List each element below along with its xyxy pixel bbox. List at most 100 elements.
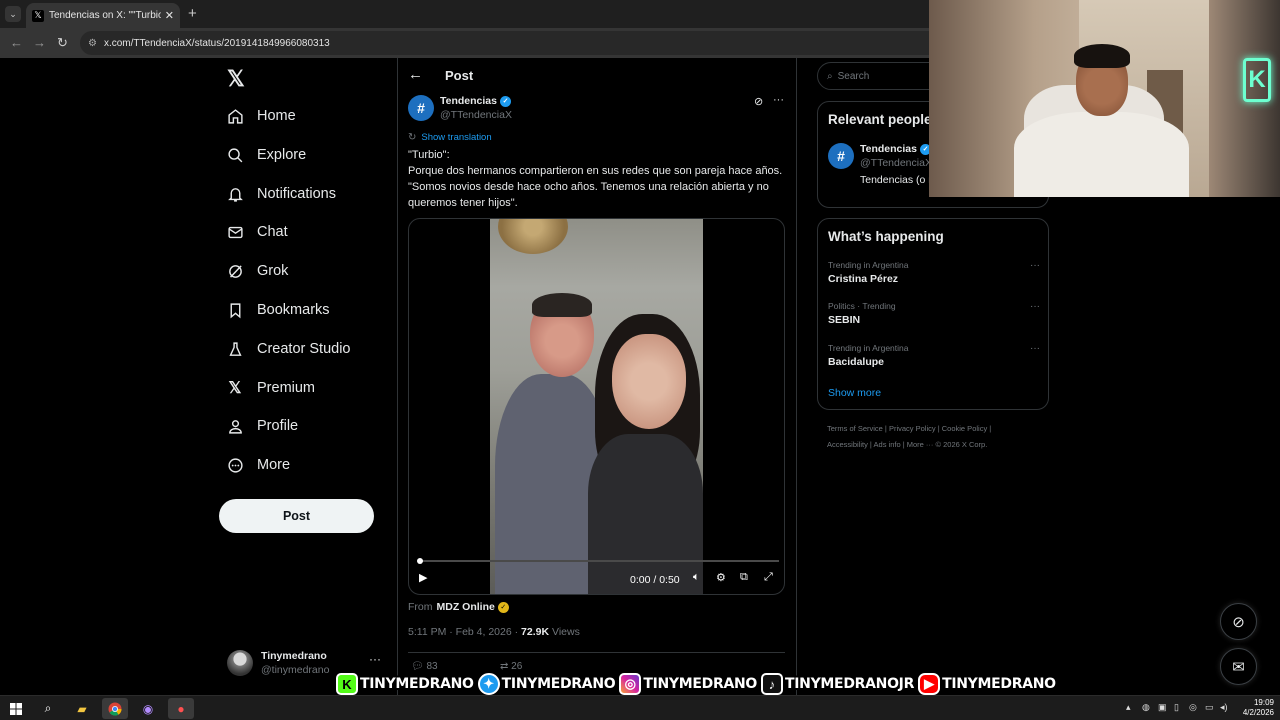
- messages-icon[interactable]: ✉: [1220, 648, 1257, 685]
- sidebar-item-creator-studio[interactable]: Creator Studio: [226, 334, 351, 364]
- social-handle: TINYMEDRANO: [643, 676, 758, 692]
- video-scrubber[interactable]: [417, 558, 423, 564]
- discord-tray-icon[interactable]: ◍: [1142, 702, 1150, 713]
- x-logo-icon[interactable]: 𝕏: [227, 66, 245, 92]
- more-dots-icon[interactable]: ···: [1030, 343, 1040, 354]
- video-scene-person: [612, 334, 686, 429]
- trend-context: Politics · Trending: [828, 301, 896, 311]
- social-handle: TINYMEDRANO: [942, 676, 1056, 692]
- sidebar-item-notifications[interactable]: Notifications: [226, 179, 336, 209]
- sidebar-item-chat[interactable]: Chat: [226, 217, 288, 247]
- settings-gear-icon[interactable]: ⚙: [716, 571, 726, 584]
- account-handle: @tinymedrano: [261, 664, 330, 676]
- trend-context: Trending in Argentina: [828, 260, 909, 270]
- post-text: "Turbio": Porque dos hermanos compartier…: [408, 147, 783, 211]
- show-translation-link[interactable]: ↻ Show translation: [408, 132, 492, 143]
- footer-links[interactable]: Terms of Service | Privacy Policy | Cook…: [827, 424, 991, 433]
- youtube-icon: ▶: [918, 673, 941, 695]
- divider: [408, 652, 785, 653]
- x-icon: 𝕏: [228, 380, 242, 397]
- windows-start-icon[interactable]: [3, 698, 29, 719]
- volume-icon[interactable]: ◂): [1220, 702, 1228, 713]
- tab-search-button[interactable]: ⌄: [5, 6, 21, 22]
- sidebar-item-premium[interactable]: 𝕏 Premium: [226, 373, 315, 403]
- video-frame: [490, 219, 703, 594]
- avatar[interactable]: #: [828, 143, 854, 169]
- sidebar-item-grok[interactable]: Grok: [226, 256, 288, 286]
- system-clock[interactable]: 19:09 4/2/2026: [1238, 698, 1274, 718]
- trend-item[interactable]: Trending in Argentina Bacidalupe ···: [828, 343, 1040, 377]
- social-item-tiktok: ♪ TINYMEDRANOJR: [761, 673, 914, 695]
- author-name[interactable]: Tendencias ✓: [440, 95, 511, 107]
- grok-icon[interactable]: ⊘: [1220, 603, 1257, 640]
- column-divider: [397, 58, 398, 695]
- streaming-app-icon[interactable]: ◉: [135, 698, 161, 719]
- card-title: What’s happening: [828, 229, 944, 244]
- trend-item[interactable]: Politics · Trending SEBIN ···: [828, 301, 1040, 335]
- flask-icon: [226, 340, 244, 358]
- post-button[interactable]: Post: [219, 499, 374, 533]
- tray-icon[interactable]: ▯: [1174, 702, 1179, 713]
- footer-links[interactable]: Accessibility | Ads info | More ··· © 20…: [827, 440, 987, 449]
- reload-icon[interactable]: ↻: [57, 35, 68, 51]
- sidebar-item-label: Notifications: [257, 186, 336, 202]
- show-more-link[interactable]: Show more: [828, 387, 881, 399]
- taskbar-search-icon[interactable]: ⌕: [35, 698, 61, 719]
- new-tab-button[interactable]: +: [188, 5, 197, 22]
- sidebar-item-explore[interactable]: Explore: [226, 140, 306, 170]
- picture-in-picture-icon[interactable]: ⧉: [740, 571, 748, 584]
- file-explorer-icon[interactable]: ▰: [69, 698, 95, 719]
- source-link[interactable]: MDZ Online: [437, 601, 495, 613]
- play-icon[interactable]: ▶: [419, 571, 427, 584]
- author-handle[interactable]: @TTendenciaX: [440, 109, 512, 121]
- volume-icon[interactable]: 🔈︎: [693, 571, 700, 584]
- sidebar-item-bookmarks[interactable]: Bookmarks: [226, 295, 330, 325]
- author-avatar[interactable]: #: [408, 95, 434, 121]
- sidebar-item-more[interactable]: More: [226, 450, 290, 480]
- obs-icon[interactable]: ●: [168, 698, 194, 719]
- social-handle: TINYMEDRANO: [501, 676, 616, 692]
- grok-icon[interactable]: ⊘: [754, 95, 763, 108]
- more-dots-icon[interactable]: ···: [773, 94, 784, 106]
- tiktok-icon: ♪: [761, 673, 784, 695]
- site-info-icon[interactable]: ⚙: [88, 38, 97, 49]
- sidebar-item-label: Profile: [257, 418, 299, 434]
- back-arrow-icon[interactable]: ←: [10, 35, 23, 50]
- browser-tab[interactable]: 𝕏 Tendencias on X: ""Turbio": Porq ✕: [26, 3, 180, 28]
- sidebar-item-label: Home: [257, 108, 296, 124]
- instagram-icon: ◎: [619, 673, 642, 695]
- video-progress-bar[interactable]: [417, 558, 779, 564]
- back-arrow-icon[interactable]: ←: [408, 66, 423, 83]
- social-item-instagram: ◎ TINYMEDRANO: [619, 673, 757, 695]
- tray-icon[interactable]: ▴: [1126, 702, 1131, 713]
- trend-title: Bacidalupe: [828, 356, 885, 368]
- network-icon[interactable]: ▭: [1205, 702, 1214, 713]
- sidebar-item-home[interactable]: Home: [226, 101, 296, 131]
- search-icon: [226, 146, 244, 164]
- twitter-bird-icon: ✦: [477, 673, 500, 695]
- video-player[interactable]: ▶ 0:00 / 0:50 🔈︎ ⚙ ⧉ ⤢: [408, 218, 785, 595]
- chrome-icon[interactable]: [102, 698, 128, 719]
- person-icon: [226, 417, 244, 435]
- forward-arrow-icon[interactable]: →: [33, 35, 46, 50]
- more-dots-icon[interactable]: ···: [369, 652, 381, 666]
- post-metadata: 5:11 PM · Feb 4, 2026 · 72.9K Views: [408, 626, 580, 638]
- relevant-person-name[interactable]: Tendencias ✓: [860, 143, 931, 155]
- home-icon: [226, 107, 244, 125]
- address-bar[interactable]: ⚙ x.com/TTendenciaX/status/2019141849966…: [80, 31, 960, 55]
- trend-item[interactable]: Trending in Argentina Cristina Pérez ···: [828, 260, 1040, 294]
- more-dots-icon[interactable]: ···: [1030, 301, 1040, 312]
- more-dots-icon[interactable]: ···: [1030, 260, 1040, 271]
- sidebar-item-label: More: [257, 457, 291, 473]
- webcam-person: [1014, 112, 1189, 197]
- tray-icon[interactable]: ◎: [1189, 702, 1197, 713]
- sidebar-item-label: Bookmarks: [257, 302, 330, 318]
- fullscreen-icon[interactable]: ⤢: [764, 571, 773, 584]
- account-name: Tinymedrano: [261, 650, 327, 662]
- tray-icon[interactable]: ▣: [1158, 702, 1167, 713]
- clock-time: 19:09: [1253, 698, 1274, 707]
- sidebar-item-profile[interactable]: Profile: [226, 411, 298, 441]
- post-timestamp[interactable]: 5:11 PM · Feb 4, 2026 ·: [408, 626, 518, 638]
- tab-close-button[interactable]: ✕: [165, 9, 174, 22]
- post-text-line: "Turbio":: [408, 149, 450, 161]
